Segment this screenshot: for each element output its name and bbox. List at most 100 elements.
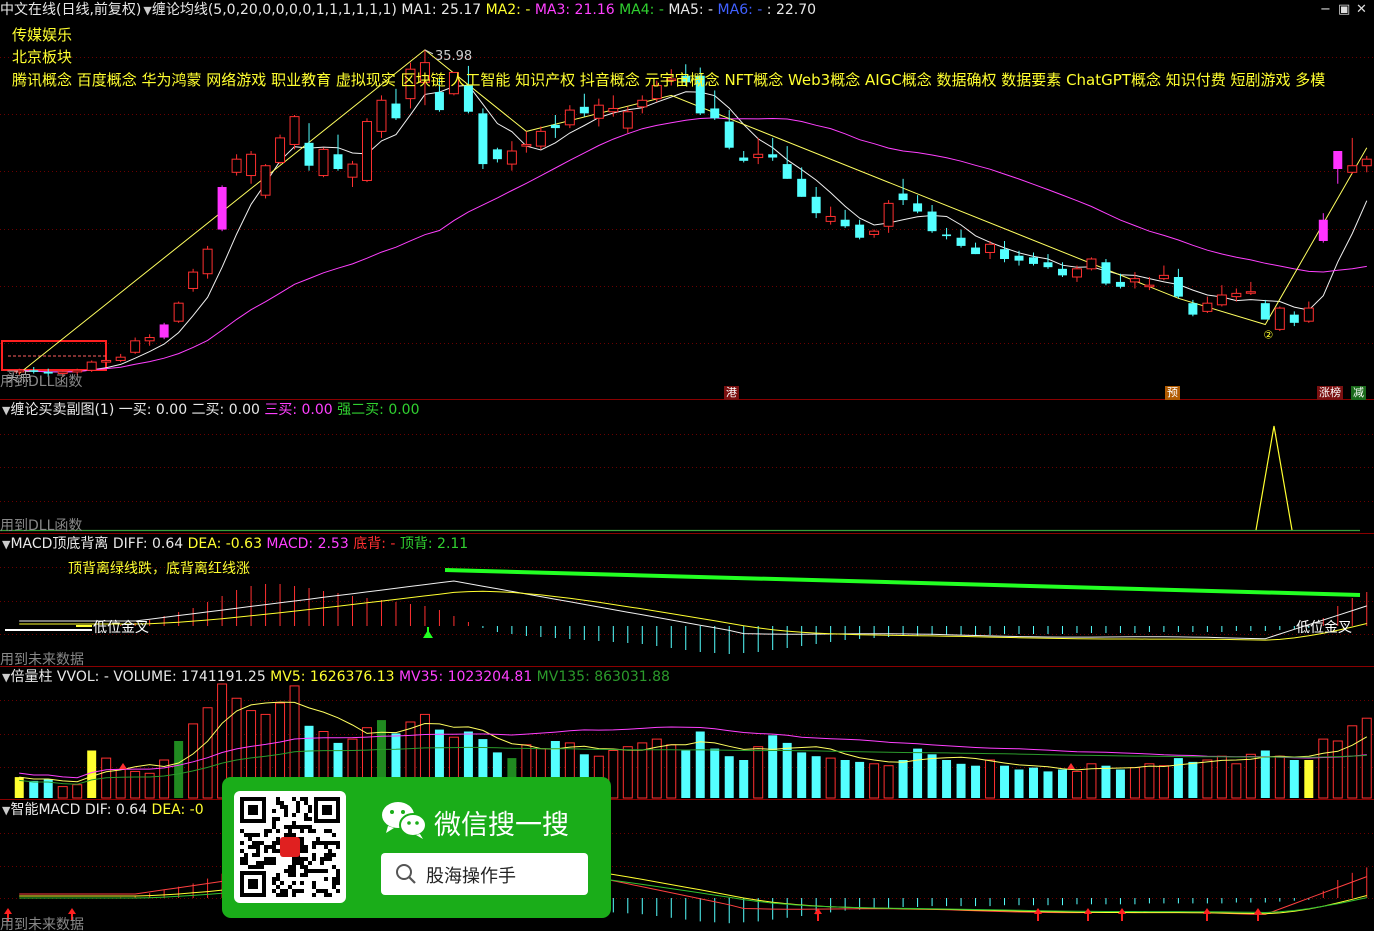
marker-forecast[interactable]: 预 xyxy=(1165,386,1180,400)
marker-reduce[interactable]: 减 xyxy=(1351,386,1366,400)
qr-module xyxy=(272,809,276,813)
candle-body xyxy=(361,121,372,181)
smart-macd-pane[interactable]: ▼智能MACD DIF: 0.64 DEA: -0 用到未来数据 xyxy=(0,800,1374,931)
circle-marker: ② xyxy=(1263,328,1273,341)
window-restore-button[interactable]: ▣ xyxy=(1338,2,1350,17)
volume-bar xyxy=(768,735,778,798)
qr-module xyxy=(272,821,276,825)
volume-bar xyxy=(622,746,633,799)
qr-finder xyxy=(322,805,332,815)
candle-body xyxy=(608,107,619,113)
candle-body xyxy=(1260,303,1270,320)
wechat-search-box[interactable]: 股海操作手 xyxy=(381,853,588,895)
golden-cross-label-left: 低位金叉 xyxy=(93,620,149,636)
candle-body xyxy=(898,193,908,201)
main-dll-note: 用到DLL函数 xyxy=(0,374,83,390)
volume-bar xyxy=(174,741,184,798)
macd-divergence-pane[interactable]: ▼MACD顶底背离 DIFF: 0.64 DEA: -0.63 MACD: 2.… xyxy=(0,534,1374,667)
volume-bar xyxy=(883,765,894,799)
candle-body xyxy=(1115,281,1125,287)
qr-code-icon xyxy=(234,791,346,903)
qr-module xyxy=(272,877,276,881)
qr-module xyxy=(336,845,340,849)
main-price-pane[interactable]: 35.98 买点 ② 中文在线(日线,前复权) ▼缠论均线(5,0,20,0,0,0,… xyxy=(0,0,1374,400)
qr-module xyxy=(272,881,276,885)
candle-body xyxy=(506,150,517,165)
marker-hk[interactable]: 港 xyxy=(724,386,739,400)
qr-module xyxy=(252,845,256,849)
qr-module xyxy=(252,853,256,857)
marker-gain-list[interactable]: 涨榜 xyxy=(1317,386,1343,400)
qr-module xyxy=(268,857,272,861)
qr-module xyxy=(272,825,276,829)
wechat-search-ad[interactable]: 微信搜一搜 股海操作手 xyxy=(222,777,611,918)
volume-pane[interactable]: ▼倍量柱 VVOL: - VOLUME: 1741191.25 MV5: 162… xyxy=(0,667,1374,800)
qr-module xyxy=(276,849,280,853)
qr-module xyxy=(256,845,260,849)
qr-module xyxy=(332,833,336,837)
candle-body xyxy=(1101,262,1111,284)
qr-module xyxy=(300,865,304,869)
candle-body xyxy=(724,121,734,148)
qr-module xyxy=(280,805,284,809)
buy-sell-chart xyxy=(0,425,1374,532)
candle-body xyxy=(840,219,850,227)
qr-module xyxy=(244,861,248,865)
window-close-button[interactable]: ✕ xyxy=(1356,2,1367,17)
qr-module xyxy=(312,841,316,845)
volume-bar xyxy=(985,759,996,799)
qr-module xyxy=(300,857,304,861)
qr-module xyxy=(308,869,312,873)
wechat-logo-icon xyxy=(382,802,427,839)
qr-module xyxy=(312,857,316,861)
volume-bar xyxy=(1029,767,1038,798)
candle-body xyxy=(971,247,981,255)
qr-module xyxy=(276,893,280,897)
candle-body xyxy=(1129,278,1140,283)
qr-module xyxy=(296,889,300,893)
candle-body xyxy=(275,137,286,163)
qr-module xyxy=(256,861,260,865)
volume-bar xyxy=(724,756,734,798)
macd-legend-item: 顶背: 2.11 xyxy=(395,536,469,552)
candle-body xyxy=(739,157,749,161)
qr-module xyxy=(300,829,304,833)
qr-module xyxy=(296,825,300,829)
candle-body xyxy=(1029,257,1038,264)
qr-module xyxy=(328,893,332,897)
main-header: 中文在线(日线,前复权) ▼缠论均线(5,0,20,0,0,0,0,1,1,1,1… xyxy=(0,0,816,20)
qr-module xyxy=(308,805,312,809)
volume-bar xyxy=(1188,761,1198,798)
qr-module xyxy=(272,817,276,821)
qr-module xyxy=(244,833,248,837)
qr-module xyxy=(260,865,264,869)
qr-module xyxy=(316,841,320,845)
qr-module xyxy=(296,857,300,861)
volume-bar xyxy=(130,770,141,799)
qr-module xyxy=(272,849,276,853)
volume-bar xyxy=(913,748,923,798)
candle-body xyxy=(883,202,894,227)
qr-module xyxy=(240,849,244,853)
qr-module xyxy=(324,889,328,893)
qr-module xyxy=(280,889,284,893)
dropdown-triangle-icon[interactable]: ▼ xyxy=(143,4,151,17)
qr-module xyxy=(316,869,320,873)
qr-module xyxy=(284,869,288,873)
qr-module xyxy=(316,837,320,841)
qr-module xyxy=(332,841,336,845)
volume-bar xyxy=(1216,755,1227,799)
candle-body xyxy=(173,302,184,322)
sub1-legend: 一买: 0.00 二买: 0.00 三买: 0.00 强二买: 0.00 xyxy=(119,402,420,418)
window-minimize-button[interactable]: − xyxy=(1320,2,1331,17)
macd-legend-item: MACD: 2.53 xyxy=(261,536,349,552)
qr-module xyxy=(332,853,336,857)
smart-macd-chart xyxy=(0,833,1374,924)
volume-bar xyxy=(1245,753,1256,799)
candle-body xyxy=(753,153,764,159)
qr-module xyxy=(296,805,300,809)
vol-legend-item: MV5: 1626376.13 xyxy=(265,669,395,685)
volume-bar xyxy=(898,760,908,798)
candle-body xyxy=(231,158,242,173)
chan-buy-sell-pane[interactable]: ▼缠论买卖副图(1) 一买: 0.00 二买: 0.00 三买: 0.00 强二… xyxy=(0,400,1374,534)
